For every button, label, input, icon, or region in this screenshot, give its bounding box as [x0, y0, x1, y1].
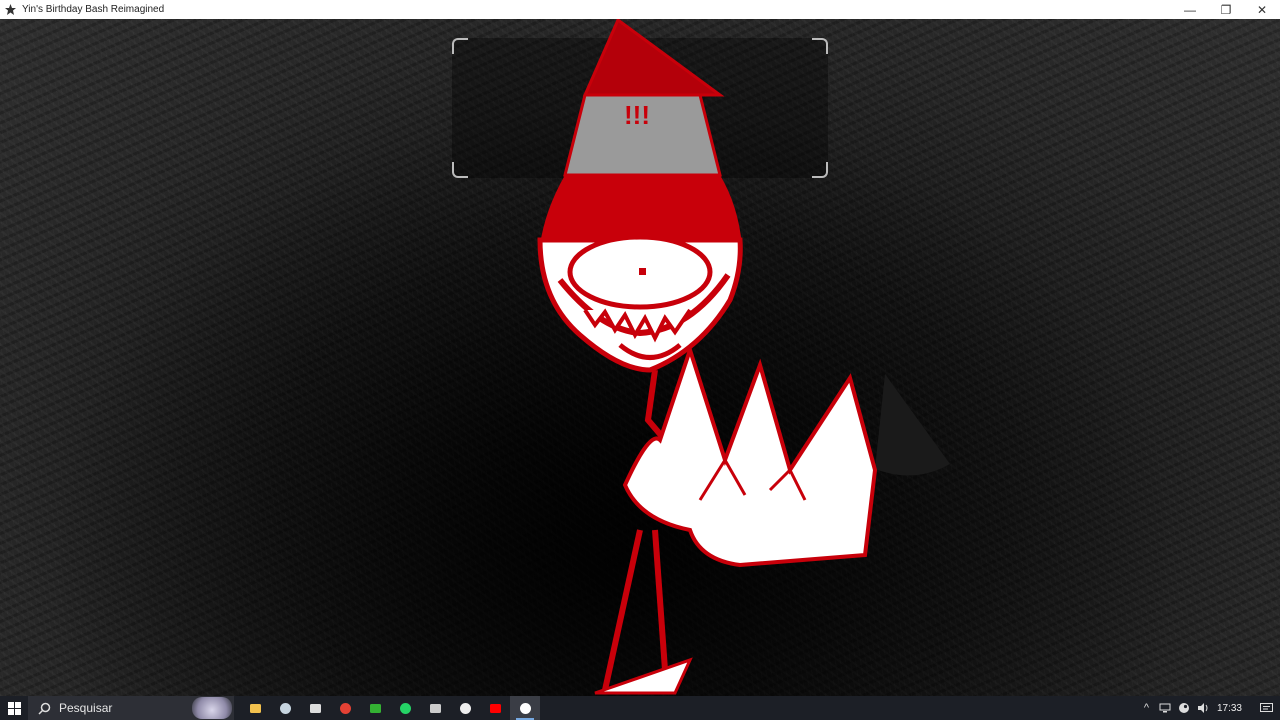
notepad-icon	[459, 702, 471, 714]
file-explorer-taskbar-button[interactable]	[240, 696, 270, 720]
chrome-icon	[339, 702, 351, 714]
terminal-icon	[309, 703, 321, 713]
maximize-button[interactable]: ❐	[1208, 0, 1244, 19]
pinned-apps	[240, 696, 540, 720]
youtube-taskbar-button[interactable]	[480, 696, 510, 720]
whatsapp-icon	[399, 702, 411, 714]
close-button[interactable]: ✕	[1244, 0, 1280, 19]
xbox-icon	[369, 703, 381, 713]
clock-app-icon	[429, 703, 441, 713]
character-hand	[622, 343, 878, 568]
party-hat-brim	[540, 175, 742, 245]
steam-taskbar-button[interactable]	[270, 696, 300, 720]
minimize-button[interactable]: —	[1172, 0, 1208, 19]
taskbar-clock[interactable]: 17:33	[1217, 703, 1242, 714]
clock-app-taskbar-button[interactable]	[420, 696, 450, 720]
taskbar-search-box[interactable]: Pesquisar	[28, 696, 234, 720]
notification-center-icon[interactable]	[1252, 696, 1280, 720]
volume-icon[interactable]	[1194, 696, 1213, 720]
character-pupil	[639, 268, 646, 275]
game-app-icon	[519, 702, 531, 714]
windows-taskbar: Pesquisar ^ 17:33	[0, 696, 1280, 720]
file-explorer-icon	[249, 703, 261, 713]
chrome-taskbar-button[interactable]	[330, 696, 360, 720]
search-highlight-image	[192, 697, 232, 719]
app-icon	[4, 4, 16, 16]
network-icon[interactable]	[1156, 696, 1175, 720]
terminal-taskbar-button[interactable]	[300, 696, 330, 720]
steam-icon	[279, 702, 291, 714]
system-tray: ^ 17:33	[1137, 696, 1280, 720]
steam-tray-icon[interactable]	[1175, 696, 1194, 720]
character-leg-right	[652, 529, 668, 671]
whatsapp-taskbar-button[interactable]	[390, 696, 420, 720]
tray-chevron-icon[interactable]: ^	[1137, 696, 1156, 720]
window-title-bar: Yin's Birthday Bash Reimagined — ❐ ✕	[0, 0, 1280, 19]
window-controls: — ❐ ✕	[1172, 0, 1280, 19]
youtube-icon	[489, 703, 501, 713]
yin-character: !!!	[537, 19, 878, 695]
hat-marks: !!!	[624, 100, 650, 130]
windows-logo-icon	[7, 701, 21, 715]
search-icon	[38, 702, 51, 715]
game-app-taskbar-button[interactable]	[510, 696, 540, 720]
character-leg-left	[602, 529, 643, 691]
party-hat-top	[582, 19, 725, 97]
search-placeholder: Pesquisar	[59, 701, 113, 715]
notepad-taskbar-button[interactable]	[450, 696, 480, 720]
start-button[interactable]	[0, 696, 28, 720]
window-title: Yin's Birthday Bash Reimagined	[22, 4, 165, 15]
xbox-taskbar-button[interactable]	[360, 696, 390, 720]
game-viewport[interactable]: !!!	[0, 19, 1280, 696]
